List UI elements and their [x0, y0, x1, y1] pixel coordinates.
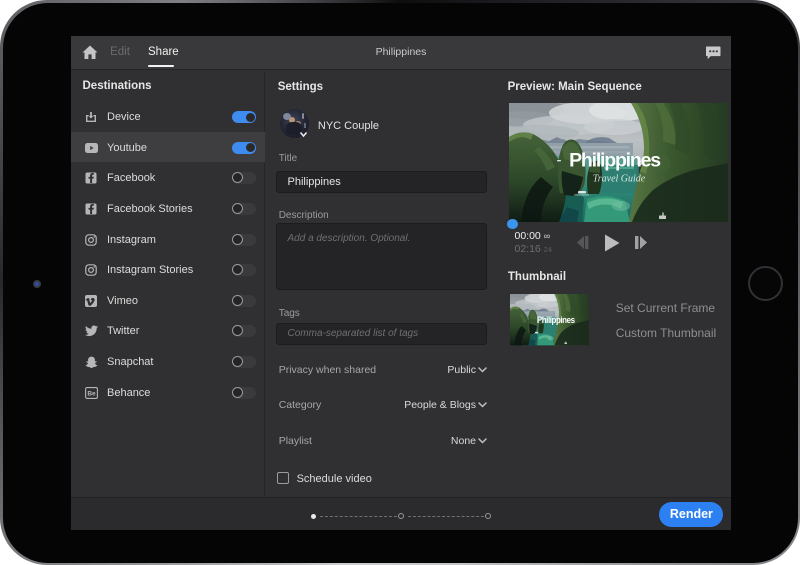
- svg-text:Philippines: Philippines: [537, 315, 575, 326]
- svg-text:Be: Be: [87, 391, 96, 398]
- svg-text:Philippines: Philippines: [569, 150, 661, 172]
- svg-text:Travel Guide: Travel Guide: [593, 174, 646, 185]
